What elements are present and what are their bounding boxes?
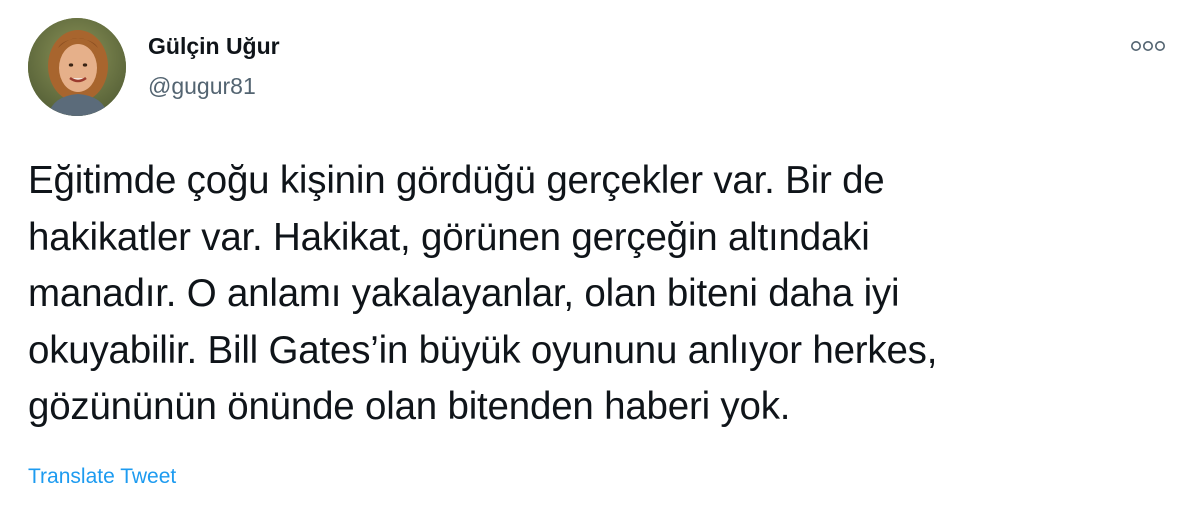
tweet-card: Gülçin Uğur @gugur81 Eğitimde çoğu kişin… xyxy=(0,0,1200,509)
author-handle[interactable]: @gugur81 xyxy=(148,73,256,100)
profile-photo xyxy=(28,18,126,116)
more-options-icon xyxy=(1131,41,1165,51)
tweet-text: Eğitimde çoğu kişinin gördüğü gerçekler … xyxy=(28,159,938,428)
author-display-name[interactable]: Gülçin Uğur xyxy=(148,33,280,60)
more-options-button[interactable] xyxy=(1126,32,1170,60)
translate-tweet-link[interactable]: Translate Tweet xyxy=(28,465,176,489)
avatar[interactable] xyxy=(28,18,126,116)
